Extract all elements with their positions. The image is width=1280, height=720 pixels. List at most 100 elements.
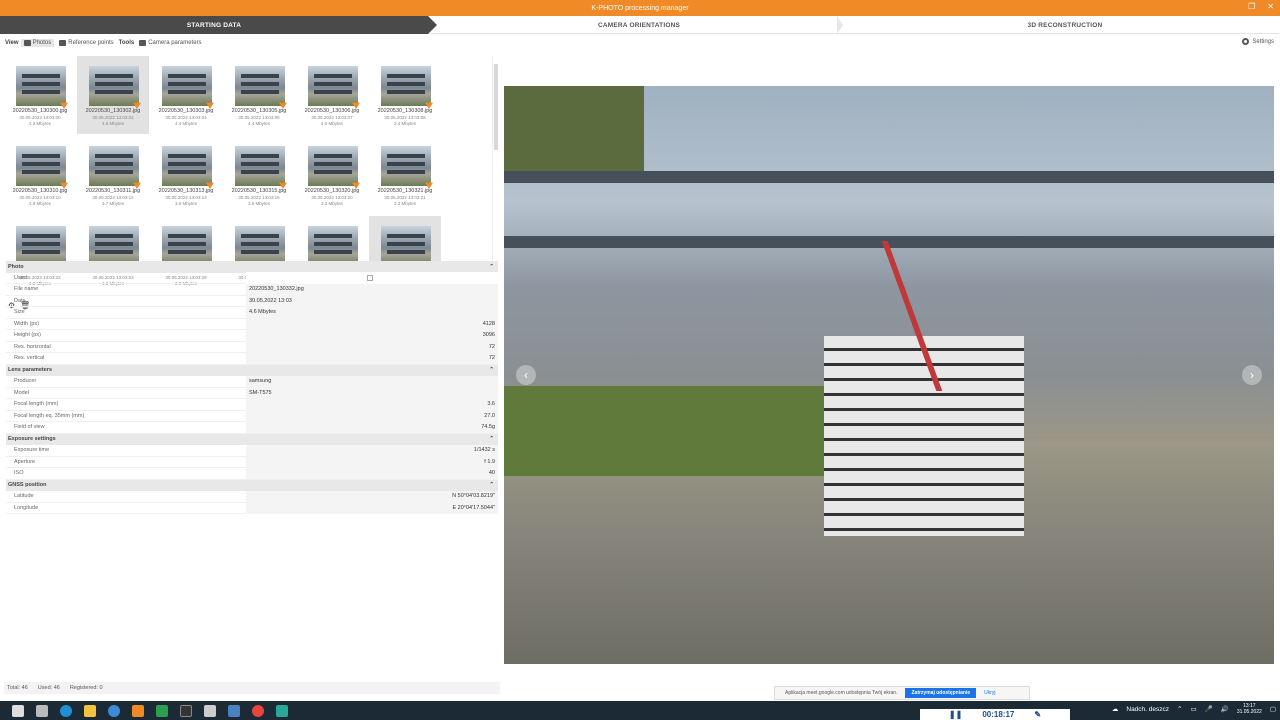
prop-value: 40 <box>246 467 498 479</box>
thumbnail-filename: 20220530_130308.jpg <box>377 108 433 114</box>
section-title: Photo <box>8 263 24 270</box>
step-starting-data[interactable]: STARTING DATA <box>0 16 437 34</box>
previous-photo-button[interactable]: ‹ <box>516 365 536 385</box>
section-title: GNSS position <box>8 482 47 489</box>
photo-thumbnail[interactable]: 20220530_130306.jpg 30.05.2022 13:03:07 4.… <box>296 56 368 134</box>
thumbnail-size: 3.6 Mbytes <box>247 201 270 206</box>
thumbnail-filename: 20220530_130320.jpg <box>304 188 360 194</box>
notepad-icon[interactable] <box>156 704 168 717</box>
properties-panel: Photo ⌃ Used File name 20220530_130332.jpg… <box>6 261 498 514</box>
photo-thumbnail[interactable]: 20220530_130310.jpg 30.05.2022 13:03:10 4.… <box>4 136 76 214</box>
target-icon <box>59 40 67 46</box>
collapse-icon[interactable]: ⌃ <box>489 436 494 442</box>
scrollbar-thumb[interactable] <box>494 64 498 150</box>
network-icon[interactable]: ▭ <box>1190 705 1196 713</box>
tray-chevron-icon[interactable]: ⌃ <box>1177 705 1182 713</box>
preview-stairs <box>824 336 1024 536</box>
prop-filename: File name 20220530_130332.jpg <box>6 283 498 296</box>
edge-icon[interactable] <box>60 704 72 717</box>
prop-res-vertical: Res. vertical 72 <box>6 352 498 365</box>
step-camera-orientations[interactable]: CAMERA ORIENTATIONS <box>437 16 843 34</box>
reference-points-button[interactable]: Reference points <box>56 39 116 47</box>
thumbnail-image <box>16 146 66 186</box>
task-view-icon[interactable] <box>36 704 48 717</box>
chrome-icon[interactable] <box>252 704 264 717</box>
close-icon[interactable]: ✕ <box>1267 2 1274 11</box>
used-checkbox[interactable] <box>367 274 373 281</box>
windows-start-icon[interactable] <box>12 704 24 717</box>
app-icon[interactable] <box>276 704 288 717</box>
prop-exposure-time: Exposure time 1/1432 s <box>6 444 498 457</box>
restore-icon[interactable]: ❐ <box>1248 2 1255 11</box>
app-icon[interactable] <box>108 704 120 717</box>
thumbnail-scrollbar[interactable] <box>492 56 498 296</box>
prop-value: 27.0 <box>246 410 498 422</box>
notification-icon[interactable]: ▢ <box>1270 705 1276 713</box>
photo-thumbnail[interactable]: 20220530_130313.jpg 30.05.2022 13:03:13 3.… <box>150 136 222 214</box>
prop-iso: ISO 40 <box>6 467 498 480</box>
stop-sharing-button[interactable]: Zatrzymaj udostępnianie <box>905 688 977 698</box>
thumbnail-size: 4.0 Mbytes <box>320 121 343 126</box>
weather-text[interactable]: Nadch. deszcz <box>1126 706 1169 713</box>
section-exposure[interactable]: Exposure settings ⌃ <box>6 433 498 445</box>
collapse-icon[interactable]: ⌃ <box>489 482 494 488</box>
photo-preview[interactable] <box>504 86 1274 664</box>
section-gnss[interactable]: GNSS position ⌃ <box>6 479 498 491</box>
photos-button[interactable]: Photos <box>20 39 55 47</box>
prop-value: 72 <box>246 341 498 353</box>
pen-app-icon[interactable] <box>204 704 216 717</box>
photo-thumbnail[interactable]: 20220530_130320.jpg 30.05.2022 13:03:20 3.… <box>296 136 368 214</box>
next-photo-button[interactable]: › <box>1242 365 1262 385</box>
photo-thumbnail[interactable]: 20220530_130315.jpg 30.05.2022 13:03:15 3.… <box>223 136 295 214</box>
hide-button[interactable]: Ukryj <box>984 690 995 696</box>
photo-thumbnail[interactable]: 20220530_130303.jpg 30.05.2022 13:03:04 4.… <box>150 56 222 134</box>
terminal-icon[interactable] <box>180 704 192 717</box>
prop-value: 4.6 Mbytes <box>246 306 498 318</box>
prop-label: Exposure time <box>14 447 50 454</box>
settings-button[interactable]: Settings <box>1242 38 1274 45</box>
volume-icon[interactable]: 🔊 <box>1221 705 1229 713</box>
photo-thumbnail[interactable]: 20220530_130305.jpg 30.05.2022 13:03:05 4.… <box>223 56 295 134</box>
microphone-icon[interactable]: 🎤 <box>1205 705 1213 713</box>
thumbnail-filename: 20220530_130311.jpg <box>85 188 141 194</box>
section-photo[interactable]: Photo ⌃ <box>6 261 498 273</box>
photo-thumbnail[interactable]: 20220530_130321.jpg 30.05.2022 13:03:21 3.… <box>369 136 441 214</box>
pause-icon[interactable]: ❚❚ <box>949 710 962 719</box>
thumbnail-size: 3.6 Mbytes <box>174 201 197 206</box>
photo-thumbnail[interactable]: 20220530_130302.jpg 30.05.2022 13:03:02 4.… <box>77 56 149 134</box>
prop-value: 20220530_130332.jpg <box>246 283 498 295</box>
prop-value: 3096 <box>246 329 498 341</box>
section-lens[interactable]: Lens parameters ⌃ <box>6 364 498 376</box>
file-explorer-icon[interactable] <box>84 704 96 717</box>
clock[interactable]: 13:17 31.05.2022 <box>1237 703 1262 715</box>
thumbnail-image <box>235 226 285 266</box>
monitor-app-icon[interactable] <box>228 704 240 717</box>
preview-window-band <box>504 171 1274 183</box>
photo-thumbnail[interactable]: 20220530_130311.jpg 30.05.2022 13:03:12 3.… <box>77 136 149 214</box>
weather-icon[interactable]: ☁ <box>1112 705 1119 713</box>
prop-label: Model <box>14 389 29 396</box>
collapse-icon[interactable]: ⌃ <box>489 264 494 270</box>
collapse-icon[interactable]: ⌃ <box>489 367 494 373</box>
thumbnail-date: 30.05.2022 13:03:13 <box>165 195 207 200</box>
camera-parameters-button[interactable]: Camera parameters <box>136 39 204 47</box>
thumbnail-date: 30.05.2022 13:03:05 <box>238 115 280 120</box>
prop-label: Width (px) <box>14 320 40 327</box>
prop-latitude: Latitude N 50°04'03.8219" <box>6 490 498 503</box>
pen-icon[interactable]: ✎ <box>1034 710 1041 719</box>
photo-thumbnail[interactable]: 20220530_130308.jpg 30.05.2022 13:03:08 3.… <box>369 56 441 134</box>
thumbnail-size: 3.3 Mbytes <box>393 201 416 206</box>
prop-label: Size <box>14 309 25 316</box>
share-text: Aplikacja meet.google.com udostępnia Twó… <box>785 690 898 696</box>
photo-thumbnail[interactable]: 20220530_130300.jpg 30.05.2022 13:03:00 4.… <box>4 56 76 134</box>
step-label: CAMERA ORIENTATIONS <box>597 21 681 29</box>
kphoto-taskbar-icon[interactable] <box>132 704 144 717</box>
prop-value: 1/1432 s <box>246 444 498 456</box>
thumbnail-filename: 20220530_130305.jpg <box>231 108 287 114</box>
prop-value: samsung <box>246 375 498 387</box>
thumbnail-date: 30.05.2022 13:03:21 <box>384 195 426 200</box>
prop-label: File name <box>14 286 39 293</box>
prop-used: Used <box>6 272 498 284</box>
thumbnail-image <box>16 226 66 266</box>
step-3d-reconstruction[interactable]: 3D RECONSTRUCTION <box>850 16 1280 34</box>
